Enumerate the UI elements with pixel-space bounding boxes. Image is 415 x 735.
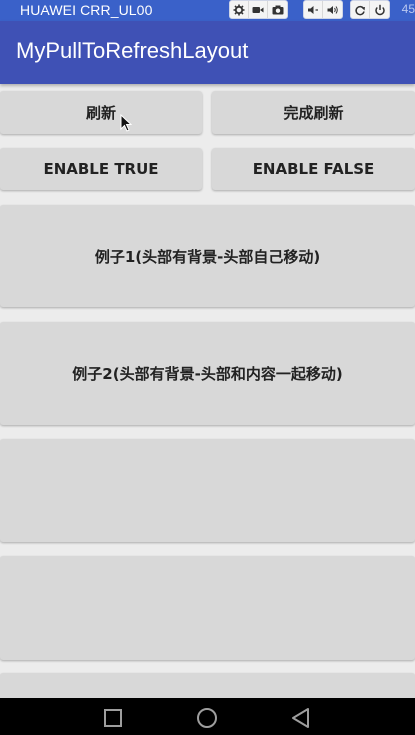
example4-button[interactable]: [0, 556, 415, 660]
app-title: MyPullToRefreshLayout: [16, 38, 249, 63]
emulator-toolbar-group-1: [229, 0, 288, 19]
finish-refresh-button[interactable]: 完成刷新: [212, 91, 415, 134]
device-name: HUAWEI CRR_UL00: [20, 2, 153, 18]
example2-button[interactable]: 例子2(头部有背景-头部和内容一起移动): [0, 322, 415, 425]
recents-icon[interactable]: [102, 707, 124, 729]
settings-icon[interactable]: [230, 1, 249, 18]
example3-button[interactable]: [0, 439, 415, 542]
enable-true-button[interactable]: ENABLE TRUE: [0, 148, 202, 190]
app-bar: MyPullToRefreshLayout: [0, 21, 415, 84]
refresh-button[interactable]: 刷新: [0, 91, 202, 134]
status-bar: HUAWEI CRR_UL00 45: [0, 0, 415, 21]
rotate-icon[interactable]: [351, 1, 370, 18]
volume-up-icon[interactable]: [323, 1, 342, 18]
video-icon[interactable]: [249, 1, 268, 18]
navigation-bar: [0, 698, 415, 735]
enable-false-button[interactable]: ENABLE FALSE: [212, 148, 415, 190]
emulator-toolbar-group-3: [350, 0, 390, 19]
back-icon[interactable]: [290, 707, 312, 729]
volume-down-icon[interactable]: [304, 1, 323, 18]
example1-button[interactable]: 例子1(头部有背景-头部自己移动): [0, 205, 415, 307]
home-icon[interactable]: [196, 707, 218, 729]
mouse-cursor-icon: [120, 114, 132, 132]
camera-icon[interactable]: [268, 1, 287, 18]
status-time: 45: [401, 2, 415, 16]
emulator-toolbar-group-2: [303, 0, 343, 19]
power-icon[interactable]: [370, 1, 389, 18]
